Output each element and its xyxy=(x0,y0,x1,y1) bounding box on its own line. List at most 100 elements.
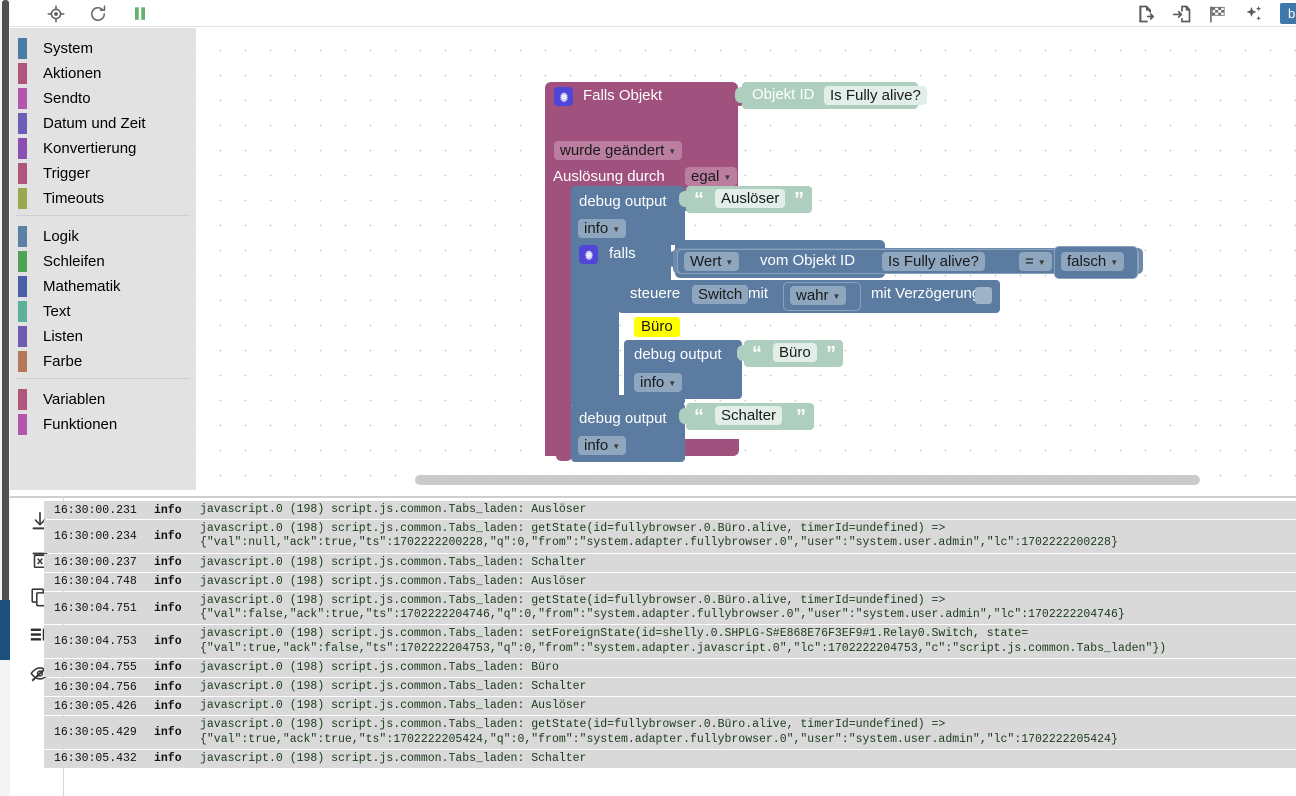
boolean-value: falsch xyxy=(1067,253,1107,270)
text-block-value[interactable]: Auslöser xyxy=(715,189,786,208)
log-severity: info xyxy=(150,520,192,553)
log-row[interactable]: 16:30:00.234 info javascript.0 (198) scr… xyxy=(44,520,1296,553)
chevron-down-icon: ▼ xyxy=(612,442,621,451)
trigger-block-falls-objekt[interactable]: Falls Objekt xyxy=(545,82,745,112)
blockly-canvas[interactable]: Falls Objekt wurde geändert ▼ Auslösung … xyxy=(196,28,1296,490)
toolbox-category-logik[interactable]: Logik xyxy=(10,224,196,249)
category-label: Schleifen xyxy=(43,253,105,270)
control-switch-block[interactable]: steuere Switch mit wahr ▼ mit Verzögerun… xyxy=(618,280,1000,313)
get-value-block-inner[interactable]: Wert ▼ vom Objekt ID Is Fully alive? = ▼… xyxy=(677,246,1139,279)
boolean-value-dropdown[interactable]: falsch ▼ xyxy=(1061,252,1125,271)
log-message: javascript.0 (198) script.js.common.Tabs… xyxy=(192,716,1296,749)
import-blocks-icon[interactable] xyxy=(1172,4,1192,24)
canvas-horizontal-scrollbar[interactable] xyxy=(415,475,1200,485)
category-label: Variablen xyxy=(43,391,106,408)
save-script-button[interactable]: b xyxy=(1280,3,1296,24)
log-row[interactable]: 16:30:04.748 info javascript.0 (198) scr… xyxy=(44,572,1296,592)
category-color-swatch xyxy=(18,414,27,435)
toolbox-separator xyxy=(10,215,196,224)
control-delay-checkbox[interactable] xyxy=(975,287,992,304)
trigger-source-label: Auslösung durch xyxy=(553,168,665,185)
left-rail-accent xyxy=(0,600,10,660)
value-type-dropdown[interactable]: Wert ▼ xyxy=(684,252,740,271)
export-blocks-icon[interactable] xyxy=(1136,4,1156,24)
text-block-schalter[interactable]: “ Schalter ” xyxy=(679,403,814,430)
category-label: Sendto xyxy=(43,90,91,107)
debug-output-block-3[interactable]: debug output info ▼ xyxy=(571,403,685,462)
text-block-buero[interactable]: “ Büro ” xyxy=(737,340,843,367)
log-row[interactable]: 16:30:05.426 info javascript.0 (198) scr… xyxy=(44,697,1296,716)
toolbox-category-mathematik[interactable]: Mathematik xyxy=(10,274,196,299)
text-block-ausloeser[interactable]: “ Auslöser ” xyxy=(679,186,812,213)
text-block-value[interactable]: Schalter xyxy=(715,406,783,425)
locate-target-icon[interactable] xyxy=(46,4,66,24)
left-scroll-rail[interactable] xyxy=(0,0,10,796)
reload-icon[interactable] xyxy=(88,4,108,24)
toolbox-category-aktionen[interactable]: Aktionen xyxy=(10,61,196,86)
toolbox-category-farbe[interactable]: Farbe xyxy=(10,349,196,374)
debug-output-block-2[interactable]: debug output info ▼ xyxy=(624,340,742,399)
boolean-block-falsch[interactable]: falsch ▼ xyxy=(1054,246,1138,279)
log-message: javascript.0 (198) script.js.common.Tabs… xyxy=(192,592,1296,625)
pause-icon[interactable] xyxy=(130,4,150,24)
toolbox-category-listen[interactable]: Listen xyxy=(10,324,196,349)
log-row[interactable]: 16:30:00.237 info javascript.0 (198) scr… xyxy=(44,553,1296,572)
debug-output-block-1[interactable]: debug output info ▼ xyxy=(571,186,692,245)
log-row[interactable]: 16:30:00.231 info javascript.0 (198) scr… xyxy=(44,501,1296,520)
trigger-source-dropdown[interactable]: egal ▼ xyxy=(685,167,738,186)
toolbox-category-variablen[interactable]: Variablen xyxy=(10,387,196,412)
object-id-value[interactable]: Is Fully alive? xyxy=(824,86,927,105)
category-color-swatch xyxy=(18,88,27,109)
category-color-swatch xyxy=(18,351,27,372)
control-target-field[interactable]: Switch xyxy=(692,285,749,304)
log-panel: 16:30:00.231 info javascript.0 (198) scr… xyxy=(10,496,1296,796)
log-row[interactable]: 16:30:04.751 info javascript.0 (198) scr… xyxy=(44,592,1296,625)
debug-severity-dropdown-1[interactable]: info ▼ xyxy=(578,219,627,238)
toolbox-category-system[interactable]: System xyxy=(10,36,196,61)
toolbox-category-timeouts[interactable]: Timeouts xyxy=(10,186,196,211)
left-scrollbar-thumb[interactable] xyxy=(2,0,9,636)
log-row[interactable]: 16:30:04.753 info javascript.0 (198) scr… xyxy=(44,625,1296,658)
toolbox-category-trigger[interactable]: Trigger xyxy=(10,161,196,186)
debug-severity-dropdown-2[interactable]: info ▼ xyxy=(634,373,683,392)
category-color-swatch xyxy=(18,389,27,410)
block-comment-tag[interactable]: Büro xyxy=(634,317,680,337)
sparkles-icon[interactable] xyxy=(1244,4,1264,24)
debug-severity-value: info xyxy=(584,437,609,454)
log-message: javascript.0 (198) script.js.common.Tabs… xyxy=(192,553,1296,572)
blockly-toolbox: System Aktionen Sendto Datum und Zeit Ko… xyxy=(10,28,196,490)
log-row[interactable]: 16:30:05.432 info javascript.0 (198) scr… xyxy=(44,749,1296,769)
checkered-flag-icon[interactable] xyxy=(1208,4,1228,24)
compare-operator-value: = xyxy=(1025,253,1034,270)
toolbox-category-sendto[interactable]: Sendto xyxy=(10,86,196,111)
category-color-swatch xyxy=(18,63,27,84)
toolbox-category-datum-und-zeit[interactable]: Datum und Zeit xyxy=(10,111,196,136)
log-row[interactable]: 16:30:04.755 info javascript.0 (198) scr… xyxy=(44,658,1296,678)
toolbox-category-text[interactable]: Text xyxy=(10,299,196,324)
debug-severity-dropdown-3[interactable]: info ▼ xyxy=(578,436,627,455)
debug-severity-value: info xyxy=(584,220,609,237)
log-row[interactable]: 16:30:04.756 info javascript.0 (198) scr… xyxy=(44,678,1296,697)
category-label: Trigger xyxy=(43,165,90,182)
trigger-change-mode-dropdown[interactable]: wurde geändert ▼ xyxy=(554,141,683,160)
log-message: javascript.0 (198) script.js.common.Tabs… xyxy=(192,572,1296,592)
mutator-gear-icon[interactable] xyxy=(554,87,573,106)
toolbox-category-funktionen[interactable]: Funktionen xyxy=(10,412,196,437)
toolbox-category-konvertierung[interactable]: Konvertierung xyxy=(10,136,196,161)
log-row[interactable]: 16:30:05.429 info javascript.0 (198) scr… xyxy=(44,716,1296,749)
object-id-block[interactable]: Objekt ID Is Fully alive? xyxy=(735,82,927,109)
chevron-down-icon: ▼ xyxy=(723,173,732,182)
toolbox-category-schleifen[interactable]: Schleifen xyxy=(10,249,196,274)
log-severity: info xyxy=(150,501,192,520)
log-table[interactable]: 16:30:00.231 info javascript.0 (198) scr… xyxy=(44,501,1296,796)
mutator-gear-icon[interactable] xyxy=(579,245,598,264)
control-value-dropdown[interactable]: wahr ▼ xyxy=(790,286,847,305)
boolean-block-wahr[interactable]: wahr ▼ xyxy=(783,282,861,311)
text-block-value[interactable]: Büro xyxy=(773,343,817,362)
if-block-label: falls xyxy=(609,245,636,262)
compare-operator-dropdown[interactable]: = ▼ xyxy=(1019,252,1052,271)
close-quote-icon: ” xyxy=(796,406,806,428)
open-quote-icon: “ xyxy=(694,189,704,211)
compare-object-id[interactable]: Is Fully alive? xyxy=(882,252,985,271)
log-severity: info xyxy=(150,697,192,716)
